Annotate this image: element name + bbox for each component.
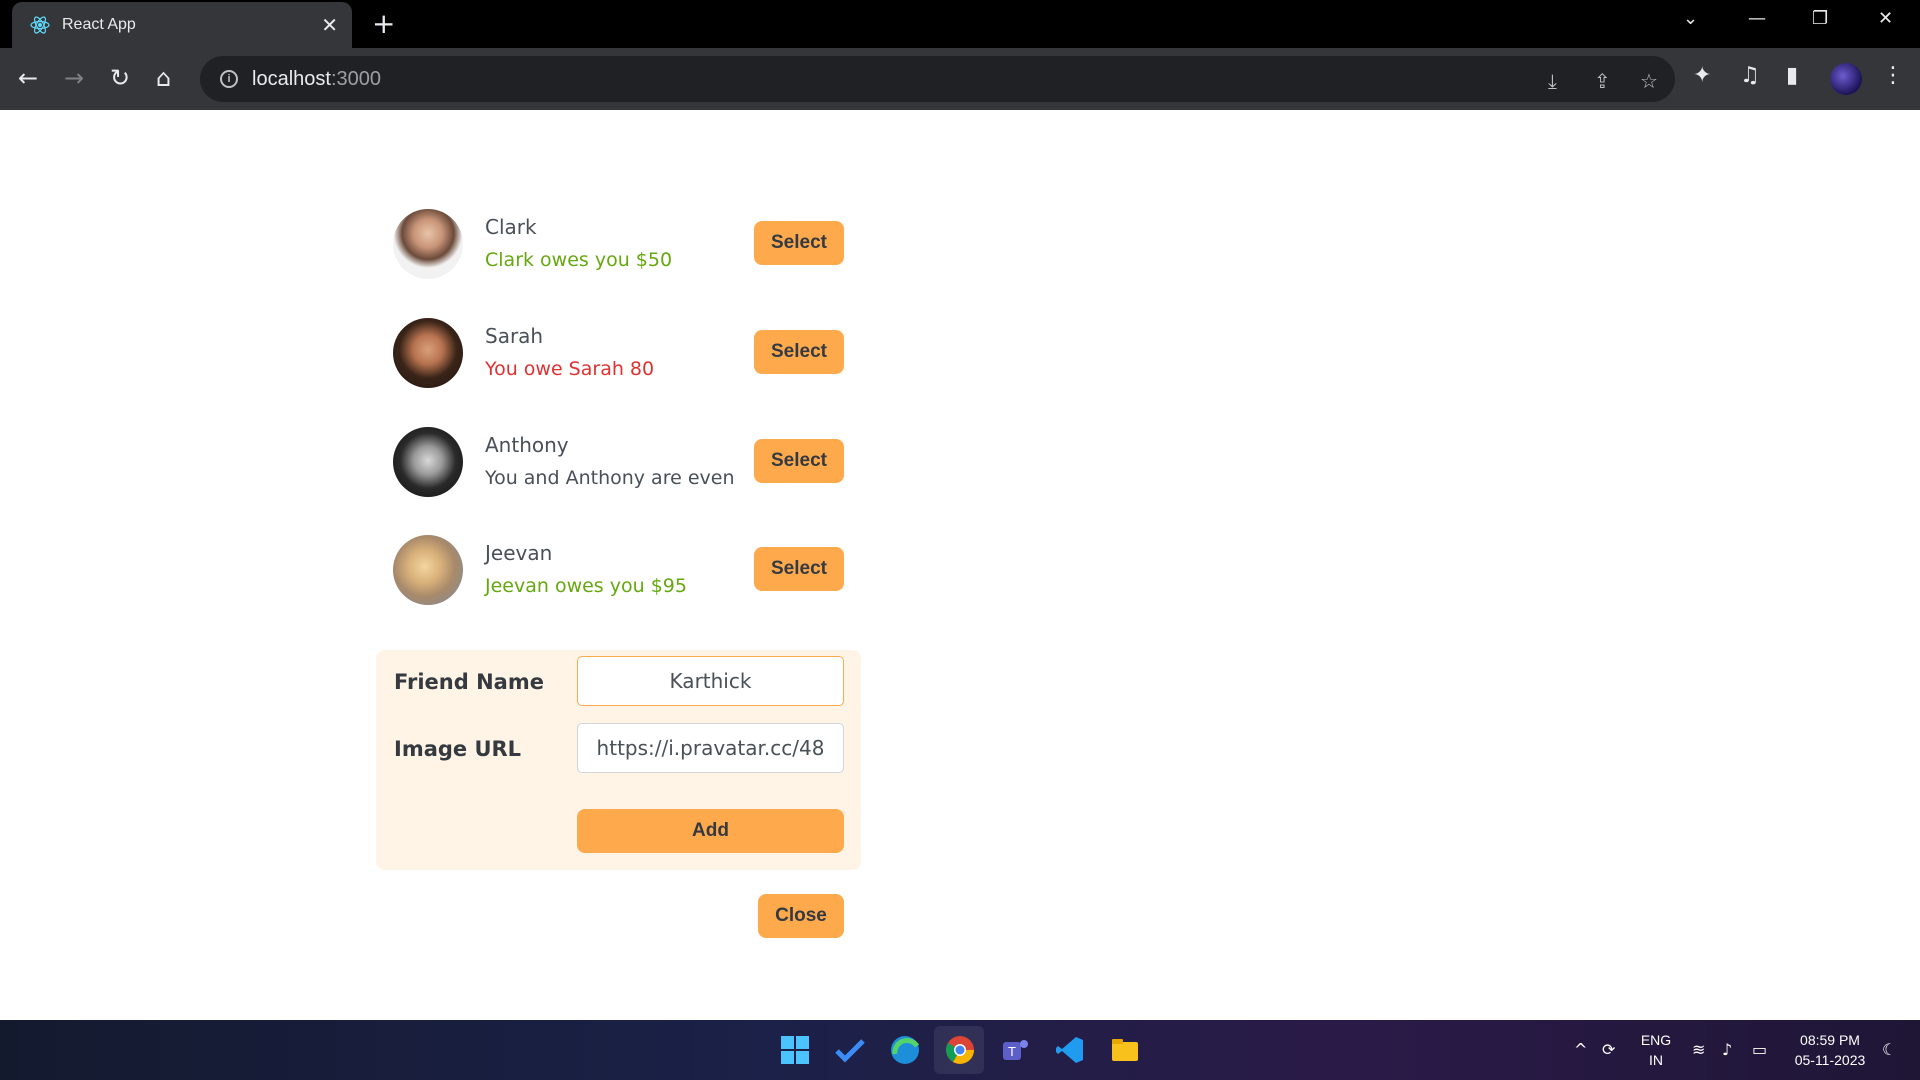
volume-icon[interactable]: ♪ [1722, 1040, 1732, 1059]
star-icon[interactable]: ☆ [1640, 69, 1658, 93]
tab-strip: React App ✕ + ⌄ — ❐ ✕ [0, 0, 1920, 48]
select-button[interactable]: Select [754, 439, 844, 483]
image-url-label: Image URL [394, 737, 522, 761]
wifi-icon[interactable]: ≋ [1692, 1040, 1705, 1059]
taskbar: T ^ ⟳ ENG IN ≋ ♪ ▭ 08:59 PM 05-11-2023 ☾ [0, 1020, 1920, 1080]
page-content: Clark Clark owes you $50 Select Sarah Yo… [0, 110, 1920, 1020]
language-bottom[interactable]: IN [1638, 1052, 1674, 1068]
clock-date[interactable]: 05-11-2023 [1788, 1052, 1872, 1068]
friend-balance: Jeevan owes you $95 [485, 575, 687, 597]
avatar [393, 209, 463, 279]
friend-balance: You owe Sarah 80 [485, 358, 655, 380]
windows-start-icon[interactable] [779, 1034, 811, 1066]
forward-icon[interactable]: → [64, 64, 84, 92]
extensions-icon[interactable]: ✦ [1693, 63, 1711, 88]
explorer-icon[interactable] [1109, 1034, 1141, 1066]
language-top[interactable]: ENG [1638, 1032, 1674, 1048]
sync-icon[interactable]: ⟳ [1602, 1040, 1615, 1059]
back-icon[interactable]: ← [18, 64, 38, 92]
info-icon[interactable]: i [220, 70, 238, 88]
friend-balance: Clark owes you $50 [485, 249, 673, 271]
menu-icon[interactable]: ⋮ [1882, 63, 1904, 88]
chrome-icon[interactable] [944, 1034, 976, 1066]
select-button[interactable]: Select [754, 221, 844, 265]
friend-name: Jeevan [485, 541, 553, 565]
new-tab-icon[interactable]: + [372, 10, 395, 38]
friend-item: Sarah You owe Sarah 80 Select [393, 318, 845, 388]
svg-text:T: T [1008, 1044, 1016, 1059]
teams-icon[interactable]: T [999, 1034, 1031, 1066]
home-icon[interactable]: ⌂ [156, 64, 171, 92]
address-bar[interactable]: i localhost:3000 ⤓ ⇪ ☆ [200, 56, 1675, 102]
friend-name: Anthony [485, 433, 569, 457]
restore-icon[interactable]: ❐ [1812, 8, 1828, 29]
edge-icon[interactable] [889, 1034, 921, 1066]
image-url-input[interactable]: https://i.pravatar.cc/48 [577, 723, 844, 773]
avatar [393, 318, 463, 388]
friend-balance: You and Anthony are even [485, 467, 735, 489]
close-tab-icon[interactable]: ✕ [321, 13, 338, 38]
chevron-up-icon[interactable]: ^ [1574, 1040, 1587, 1059]
window-close-icon[interactable]: ✕ [1878, 8, 1893, 29]
avatar [393, 535, 463, 605]
friend-name-input[interactable]: Karthick [577, 656, 844, 706]
friend-name: Clark [485, 215, 537, 239]
close-button[interactable]: Close [758, 894, 844, 938]
tab-title: React App [62, 16, 136, 33]
vscode-icon[interactable] [1054, 1034, 1086, 1066]
install-icon[interactable]: ⤓ [1548, 69, 1557, 93]
browser-tab[interactable]: React App ✕ [12, 2, 352, 48]
avatar [393, 427, 463, 497]
select-button[interactable]: Select [754, 547, 844, 591]
reload-icon[interactable]: ↻ [110, 64, 130, 92]
add-button[interactable]: Add [577, 809, 844, 853]
share-icon[interactable]: ⇪ [1594, 69, 1611, 93]
minimize-icon[interactable]: — [1748, 8, 1766, 29]
react-icon [30, 16, 50, 34]
battery-icon[interactable]: ▭ [1752, 1040, 1767, 1059]
profile-icon[interactable] [1830, 63, 1862, 95]
friend-item: Clark Clark owes you $50 Select [393, 209, 845, 279]
focus-icon[interactable]: ☾ [1882, 1040, 1896, 1059]
friend-item: Anthony You and Anthony are even Select [393, 427, 845, 497]
media-icon[interactable]: ♫ [1740, 63, 1760, 88]
clock-time[interactable]: 08:59 PM [1788, 1032, 1872, 1048]
url-text: localhost:3000 [252, 67, 381, 90]
tab-search-icon[interactable]: ⌄ [1683, 8, 1698, 29]
add-friend-form: Friend Name Karthick Image URL https://i… [376, 650, 861, 870]
todo-icon[interactable] [834, 1034, 866, 1066]
sidepanel-icon[interactable]: ▮ [1786, 63, 1798, 88]
friend-item: Jeevan Jeevan owes you $95 Select [393, 535, 845, 605]
friend-name-label: Friend Name [394, 670, 544, 694]
select-button[interactable]: Select [754, 330, 844, 374]
browser-toolbar: ← → ↻ ⌂ i localhost:3000 ⤓ ⇪ ☆ ✦ ♫ ▮ ⋮ [0, 48, 1920, 110]
friend-name: Sarah [485, 324, 544, 348]
